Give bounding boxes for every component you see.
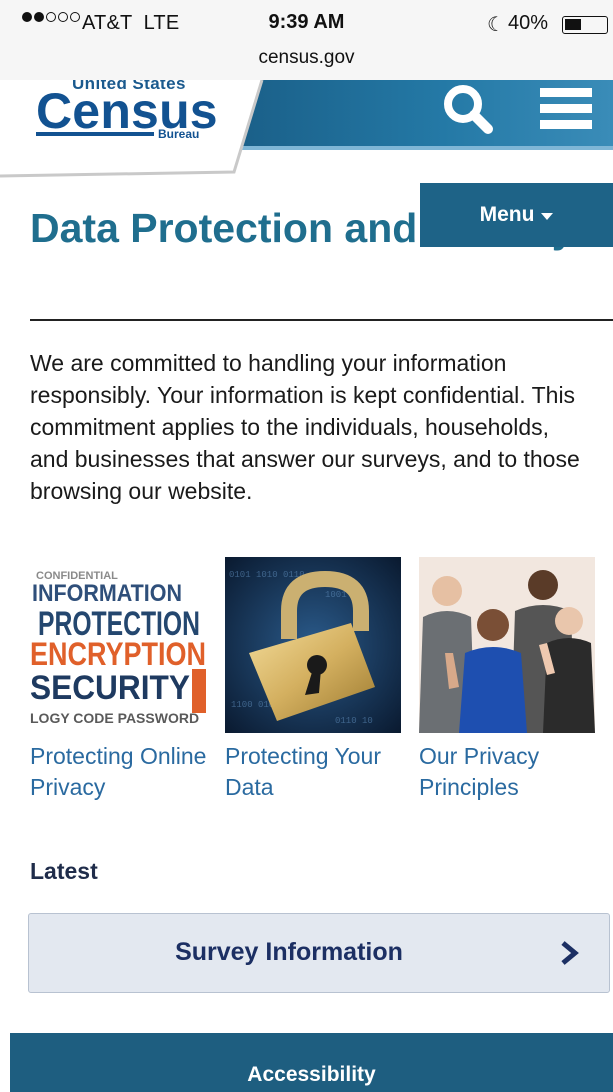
footer: Accessibility xyxy=(10,1033,613,1092)
survey-information-button[interactable]: Survey Information xyxy=(28,913,610,993)
census-logo[interactable]: United States Census Bureau xyxy=(36,80,218,150)
hamburger-menu-icon[interactable] xyxy=(540,88,592,129)
svg-text:0101 1010 0110: 0101 1010 0110 xyxy=(229,570,305,580)
latest-heading: Latest xyxy=(30,858,98,884)
battery-icon xyxy=(562,16,608,34)
title-divider xyxy=(30,319,613,321)
svg-text:LOGY CODE PASSWORD: LOGY CODE PASSWORD xyxy=(30,710,199,726)
word-information: INFORMATION xyxy=(32,580,182,607)
svg-text:0110 10: 0110 10 xyxy=(335,716,373,726)
address-bar-url[interactable]: census.gov xyxy=(0,47,613,69)
hamburger-line xyxy=(540,120,592,129)
accessibility-link[interactable]: Accessibility xyxy=(10,1063,613,1087)
padlock-image[interactable]: 0101 1010 0110 1001 01 1100 0101 0110 10 xyxy=(225,557,401,733)
word-encryption: ENCRYPTION xyxy=(30,636,206,672)
caret-down-icon xyxy=(541,213,554,220)
status-bar: AT&T LTE 9:39 AM ☾ 40% census.gov xyxy=(0,0,613,80)
card-label[interactable]: Our Privacy Principles xyxy=(419,741,609,803)
hamburger-line xyxy=(540,88,592,97)
menu-button-label: Menu xyxy=(479,203,535,226)
intro-paragraph: We are committed to handling your inform… xyxy=(30,350,580,504)
menu-button[interactable]: Menu xyxy=(420,183,613,247)
hamburger-line xyxy=(540,104,592,113)
moon-icon: ☾ xyxy=(487,14,505,36)
padlock-graphic: 0101 1010 0110 1001 01 1100 0101 0110 10 xyxy=(225,557,401,733)
logo-sub-text: Bureau xyxy=(158,127,200,141)
people-raising-hands-image[interactable] xyxy=(419,557,595,733)
word-cloud-image[interactable]: CONFIDENTIAL INFORMATION PROTECTION ENCR… xyxy=(30,557,206,733)
card-label[interactable]: Protecting Your Data xyxy=(225,741,415,803)
card-row: CONFIDENTIAL INFORMATION PROTECTION ENCR… xyxy=(30,557,605,807)
search-icon[interactable] xyxy=(442,84,494,136)
survey-information-label: Survey Information xyxy=(175,938,403,966)
word-security: SECURITY xyxy=(30,669,190,707)
word-cloud-graphic: CONFIDENTIAL INFORMATION PROTECTION ENCR… xyxy=(30,557,206,733)
chevron-right-icon xyxy=(561,941,579,965)
site-header: United States Census Bureau xyxy=(0,80,613,178)
status-row: AT&T LTE 9:39 AM ☾ 40% xyxy=(0,10,613,38)
card-label[interactable]: Protecting Online Privacy xyxy=(30,741,220,803)
people-graphic xyxy=(419,557,595,733)
battery-percent: 40% xyxy=(508,12,549,34)
logo-underline xyxy=(36,132,154,136)
battery-fill xyxy=(565,19,581,30)
